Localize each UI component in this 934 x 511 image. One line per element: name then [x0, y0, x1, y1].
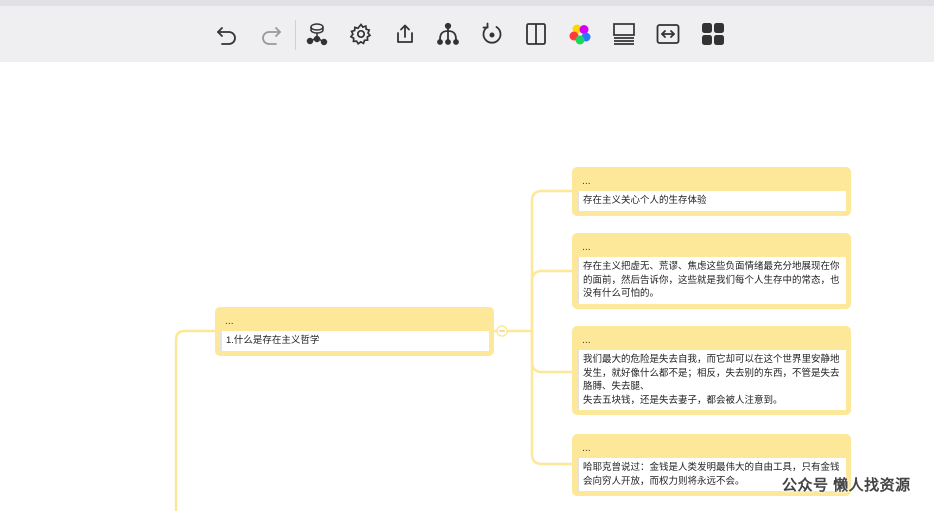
redo-button[interactable] [255, 18, 287, 50]
node-text[interactable]: 1.什么是存在主义哲学 [220, 331, 489, 351]
fit-width-icon [656, 24, 680, 44]
child-node-1[interactable]: ... 存在主义关心个人的生存体验 [572, 167, 851, 216]
apps-grid-icon [702, 23, 724, 45]
export-button[interactable] [389, 18, 421, 50]
split-columns-icon [526, 23, 546, 45]
color-button[interactable] [564, 18, 596, 50]
export-share-icon [397, 24, 413, 43]
toolbar-separator [295, 20, 296, 50]
node-header: ... [582, 444, 591, 454]
fit-width-button[interactable] [652, 18, 684, 50]
connector-child-4 [530, 331, 572, 466]
split-view-button[interactable] [520, 18, 552, 50]
mindmap-canvas[interactable]: ... 1.什么是存在主义哲学 ... 存在主义关心个人的生存体验 ... 存在… [0, 62, 934, 511]
connector-child-2 [530, 269, 572, 331]
undo-icon [217, 27, 236, 45]
color-palette-icon [569, 24, 591, 45]
child-node-3[interactable]: ... 我们最大的危险是失去自我，而它却可以在这个世界里安静地发生，就好像什么都… [572, 326, 851, 415]
toolbar [0, 6, 934, 62]
node-header: ... [582, 177, 591, 187]
redo-icon [262, 27, 281, 45]
settings-button[interactable] [345, 18, 377, 50]
layout-button[interactable] [608, 18, 640, 50]
theme-button[interactable] [301, 18, 333, 50]
connector-child-1 [530, 189, 572, 331]
node-header: ... [582, 336, 591, 346]
reset-button[interactable] [476, 18, 508, 50]
structure-button[interactable] [432, 18, 464, 50]
child-node-2[interactable]: ... 存在主义把虚无、荒谬、焦虑这些负面情绪最充分地展现在你的面前，然后告诉你… [572, 233, 851, 309]
reset-rotate-icon [482, 22, 502, 44]
watermark: 公众号 懒人找资源 [782, 477, 911, 494]
settings-gear-icon [349, 23, 372, 46]
connector-parent [174, 329, 215, 511]
theme-icon [306, 23, 328, 46]
topic-node[interactable]: ... 1.什么是存在主义哲学 [215, 307, 494, 356]
layout-lines-icon [613, 23, 635, 45]
connector-child-3 [530, 331, 572, 374]
node-header: ... [225, 317, 234, 327]
node-text[interactable]: 存在主义关心个人的生存体验 [577, 191, 846, 211]
node-text[interactable]: 我们最大的危险是失去自我，而它却可以在这个世界里安静地发生，就好像什么都不是；相… [577, 350, 846, 410]
apps-button[interactable] [697, 18, 729, 50]
undo-button[interactable] [211, 18, 243, 50]
node-text[interactable]: 存在主义把虚无、荒谬、焦虑这些负面情绪最充分地展现在你的面前，然后告诉你，这些就… [577, 257, 846, 304]
structure-fork-icon [437, 22, 459, 45]
node-header: ... [582, 243, 591, 253]
